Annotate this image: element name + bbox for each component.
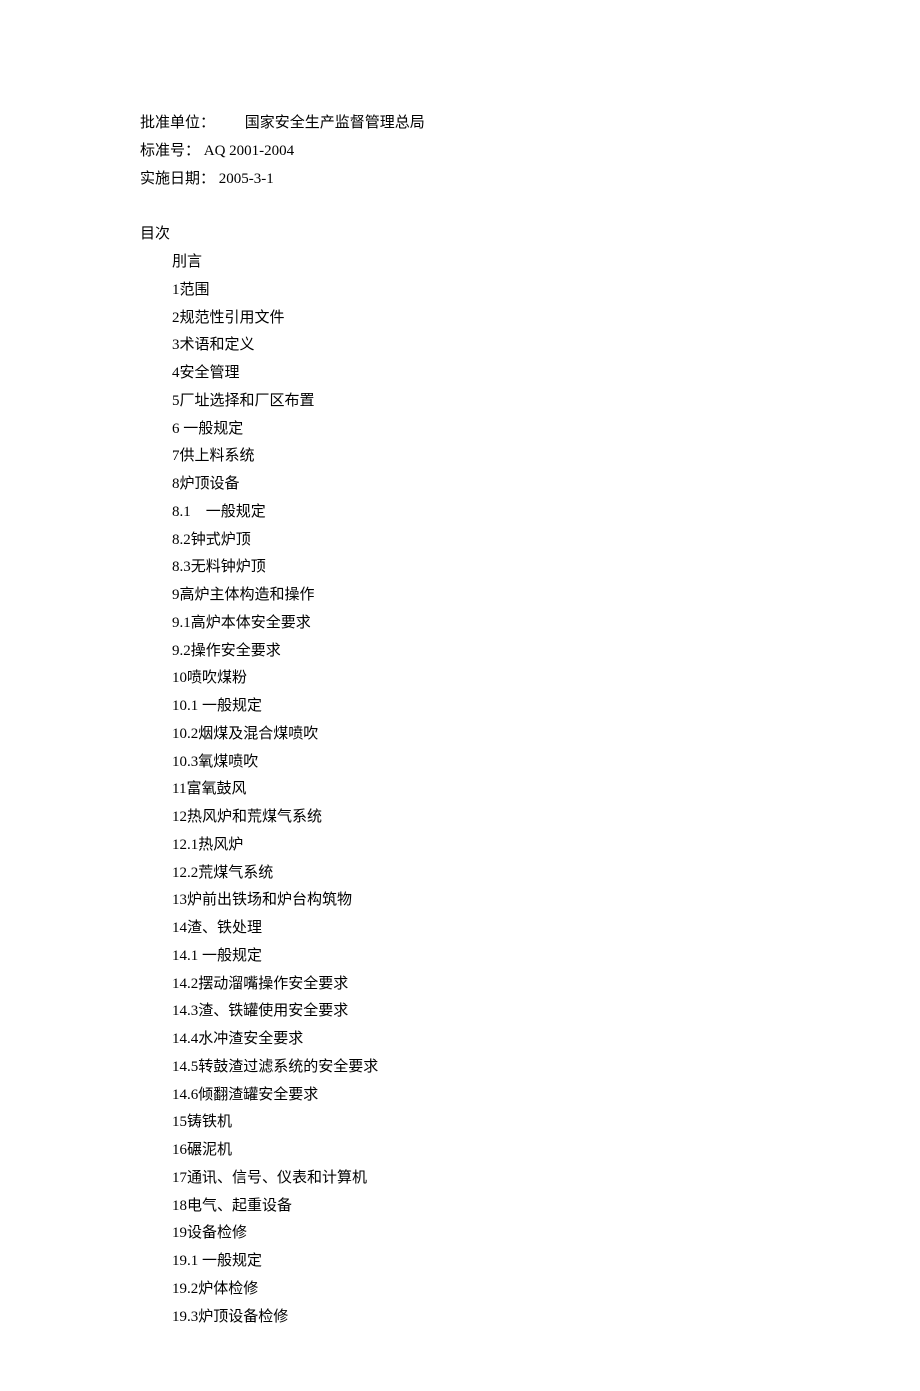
- toc-item: 19.2炉体检修: [172, 1276, 780, 1304]
- standard-number-line: 标准号： AQ 2001-2004: [140, 138, 780, 166]
- approver-value: 国家安全生产监督管理总局: [245, 115, 425, 131]
- toc-item: 10.3氧煤喷吹: [172, 749, 780, 777]
- toc-item: 10喷吹煤粉: [172, 665, 780, 693]
- toc-item: 15铸铁机: [172, 1109, 780, 1137]
- toc-item: 9.1高炉本体安全要求: [172, 610, 780, 638]
- toc-item: 12.2荒煤气系统: [172, 860, 780, 888]
- toc-item: 8.3无料钟炉顶: [172, 554, 780, 582]
- effective-date-line: 实施日期： 2005-3-1: [140, 166, 780, 194]
- toc-item: 7供上料系统: [172, 443, 780, 471]
- toc-item: 3术语和定义: [172, 332, 780, 360]
- toc-item: 8.2钟式炉顶: [172, 527, 780, 555]
- effective-date-label: 实施日期：: [140, 171, 215, 187]
- toc-item: 8.1 一般规定: [172, 499, 780, 527]
- toc-item: 13炉前出铁场和炉台构筑物: [172, 887, 780, 915]
- toc-item: 19设备检修: [172, 1220, 780, 1248]
- toc-item: 14渣、铁处理: [172, 915, 780, 943]
- toc-item: 10.1 一般规定: [172, 693, 780, 721]
- approver-line: 批准单位： 国家安全生产监督管理总局: [140, 110, 780, 138]
- toc-item: 14.6倾翻渣罐安全要求: [172, 1082, 780, 1110]
- standard-number-label: 标准号：: [140, 143, 200, 159]
- toc-item: 9.2操作安全要求: [172, 638, 780, 666]
- toc-item: 14.2摆动溜嘴操作安全要求: [172, 971, 780, 999]
- toc-item: 14.4水冲渣安全要求: [172, 1026, 780, 1054]
- toc-item: 17通讯、信号、仪表和计算机: [172, 1165, 780, 1193]
- standard-number-value: AQ 2001-2004: [204, 143, 294, 159]
- toc-item: 19.3炉顶设备检修: [172, 1304, 780, 1332]
- toc-item: 11富氧鼓风: [172, 776, 780, 804]
- toc-header: 目次: [140, 221, 780, 249]
- toc-item: 16碾泥机: [172, 1137, 780, 1165]
- toc-item: 12.1热风炉: [172, 832, 780, 860]
- toc-item: 4安全管理: [172, 360, 780, 388]
- toc-list: 刖言 1范围 2规范性引用文件 3术语和定义 4安全管理 5厂址选择和厂区布置 …: [140, 249, 780, 1331]
- toc-item: 19.1 一般规定: [172, 1248, 780, 1276]
- approver-label: 批准单位：: [140, 115, 215, 131]
- toc-item: 14.3渣、铁罐使用安全要求: [172, 998, 780, 1026]
- toc-item: 6 一般规定: [172, 416, 780, 444]
- toc-item: 18电气、起重设备: [172, 1193, 780, 1221]
- toc-item: 10.2烟煤及混合煤喷吹: [172, 721, 780, 749]
- toc-item: 14.1 一般规定: [172, 943, 780, 971]
- toc-item: 2规范性引用文件: [172, 305, 780, 333]
- effective-date-value: 2005-3-1: [219, 171, 274, 187]
- toc-item: 9高炉主体构造和操作: [172, 582, 780, 610]
- toc-item: 刖言: [172, 249, 780, 277]
- toc-item: 14.5转鼓渣过滤系统的安全要求: [172, 1054, 780, 1082]
- toc-item: 12热风炉和荒煤气系统: [172, 804, 780, 832]
- toc-item: 8炉顶设备: [172, 471, 780, 499]
- toc-item: 5厂址选择和厂区布置: [172, 388, 780, 416]
- toc-item: 1范围: [172, 277, 780, 305]
